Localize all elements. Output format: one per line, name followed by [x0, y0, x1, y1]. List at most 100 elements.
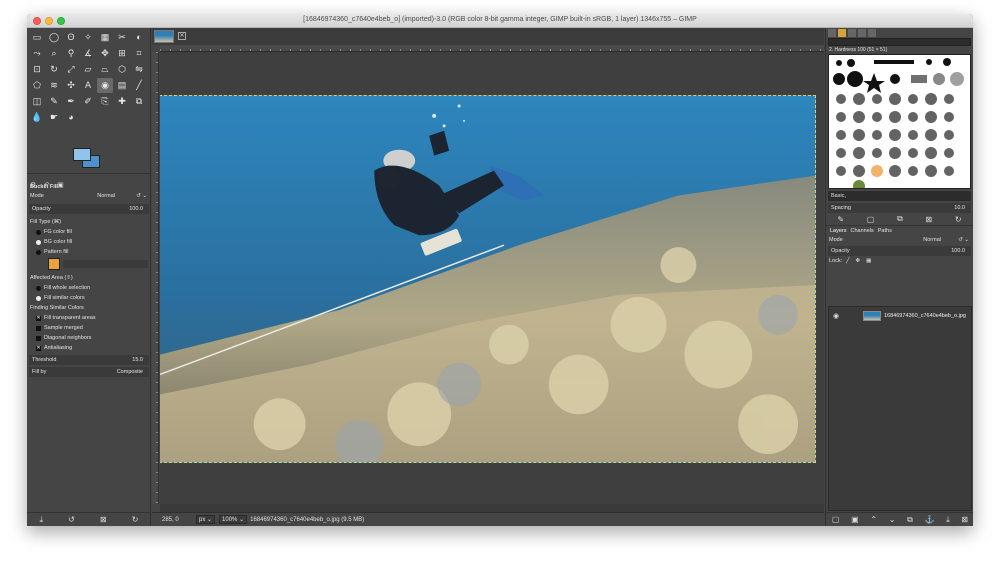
brush-preset-select[interactable]: Basic, — [828, 191, 971, 201]
gradient-icon[interactable]: ▤ — [114, 78, 130, 93]
document-history-tab-icon[interactable] — [858, 29, 866, 37]
scale-icon[interactable]: ⤢ — [63, 62, 79, 77]
layer-opacity-value[interactable]: 100.0 — [951, 248, 965, 254]
lock-position-icon[interactable]: ✥ — [855, 258, 860, 264]
brushes-tab-icon[interactable] — [828, 29, 836, 37]
layer-mode-reset-icon[interactable]: ↺ ⌄ — [958, 237, 969, 243]
paintbrush-icon[interactable]: ╱ — [131, 78, 147, 93]
warp-transform-icon[interactable]: ≋ — [46, 78, 62, 93]
vertical-ruler[interactable] — [152, 52, 159, 504]
rect-select-icon[interactable]: ▭ — [29, 30, 45, 45]
fill-type-option[interactable]: BG color fill — [27, 237, 151, 247]
scissors-icon[interactable]: ✂ — [114, 30, 130, 45]
brush-edit-tab-icon[interactable] — [868, 29, 876, 37]
layer-row[interactable]: ◉ 16846974360_c7640e4beb_o.jpg — [829, 310, 971, 322]
opacity-value[interactable]: 100.0 — [129, 206, 143, 212]
mypaint-brush-icon[interactable]: ✐ — [80, 94, 96, 109]
paths-icon[interactable]: ⤳ — [29, 46, 45, 61]
smudge-icon[interactable]: ☛ — [46, 110, 62, 125]
bucket-fill-icon[interactable]: ◉ — [97, 78, 113, 93]
duplicate-brush-icon[interactable]: ⧉ — [897, 214, 903, 224]
flip-icon[interactable]: ⇋ — [131, 62, 147, 77]
unit-select[interactable]: px ⌄ — [196, 515, 216, 524]
underwater-photo[interactable] — [160, 95, 816, 463]
brush-tag-filter[interactable] — [828, 38, 971, 46]
lower-layer-icon[interactable]: ⌄ — [889, 515, 896, 524]
refresh-brushes-icon[interactable]: ↻ — [955, 215, 962, 224]
lock-alpha-icon[interactable]: ▦ — [866, 258, 871, 264]
color-picker-icon[interactable]: ⌕ — [46, 46, 62, 61]
layer-name[interactable]: 16846974360_c7640e4beb_o.jpg — [884, 313, 966, 319]
anchor-layer-icon[interactable]: ⚓ — [925, 515, 935, 524]
radio-selected-icon[interactable] — [36, 239, 41, 245]
close-tab-icon[interactable]: ✕ — [178, 32, 186, 40]
opacity-row[interactable]: Opacity 100.0 — [29, 204, 149, 214]
tab-paths[interactable]: Paths — [878, 228, 892, 234]
new-brush-icon[interactable]: ▢ — [867, 215, 875, 224]
merge-layer-icon[interactable]: ⤓ — [946, 515, 950, 525]
checkbox-icon[interactable] — [36, 335, 41, 341]
threshold-value[interactable]: 15.0 — [132, 357, 143, 363]
finding-option[interactable]: Diagonal neighbors — [27, 333, 151, 343]
mode-select[interactable]: Normal — [97, 193, 115, 199]
spacing-row[interactable]: Spacing 10.0 — [828, 203, 971, 213]
pattern-name-field[interactable] — [63, 260, 148, 268]
measure-icon[interactable]: ∡ — [80, 46, 96, 61]
tab-channels[interactable]: Channels — [851, 228, 874, 234]
threshold-row[interactable]: Threshold 15.0 — [29, 355, 149, 365]
clone-icon[interactable]: ⎘ — [97, 94, 113, 109]
blur-icon[interactable]: 💧 — [29, 110, 45, 125]
checkbox-checked-icon[interactable]: ✕ — [36, 345, 41, 351]
layer-mode-select[interactable]: Normal — [923, 237, 941, 243]
finding-option[interactable]: ✕ Antialiasing — [27, 343, 151, 353]
affected-area-option[interactable]: Fill whole selection — [27, 283, 151, 293]
foreground-select-icon[interactable]: ◐ — [131, 30, 147, 45]
image-canvas[interactable] — [160, 52, 824, 504]
pattern-swatch[interactable] — [48, 258, 60, 270]
text-icon[interactable]: A — [80, 78, 96, 93]
heal-icon[interactable]: ✚ — [114, 94, 130, 109]
horizontal-ruler[interactable] — [160, 45, 824, 52]
fuzzy-select-icon[interactable]: ✧ — [80, 30, 96, 45]
ink-icon[interactable]: ✒ — [63, 94, 79, 109]
layer-opacity-row[interactable]: Opacity 100.0 — [828, 246, 971, 256]
fill-type-option[interactable]: FG color fill — [27, 227, 151, 237]
move-icon[interactable]: ✥ — [97, 46, 113, 61]
radio-icon[interactable] — [36, 285, 41, 291]
delete-layer-icon[interactable]: ⊠ — [961, 515, 968, 524]
spacing-value[interactable]: 10.0 — [954, 205, 965, 211]
3d-transform-icon[interactable]: ⬡ — [114, 62, 130, 77]
alignment-icon[interactable]: ⊞ — [114, 46, 130, 61]
image-tab-thumbnail[interactable] — [154, 30, 174, 43]
unified-transform-icon[interactable]: ⊡ — [29, 62, 45, 77]
visibility-eye-icon[interactable]: ◉ — [831, 312, 841, 320]
duplicate-layer-icon[interactable]: ⧉ — [907, 515, 913, 525]
eraser-icon[interactable]: ◫ — [29, 94, 45, 109]
fill-by-select[interactable]: Composite — [117, 369, 143, 375]
save-options-icon[interactable]: ⤓ — [40, 515, 44, 525]
checkbox-icon[interactable] — [36, 325, 41, 331]
patterns-tab-icon[interactable] — [838, 29, 846, 37]
rotate-icon[interactable]: ↻ — [46, 62, 62, 77]
edit-brush-icon[interactable]: ✎ — [837, 215, 844, 224]
radio-icon[interactable] — [36, 229, 41, 235]
radio-selected-icon[interactable] — [36, 295, 41, 301]
radio-icon[interactable] — [36, 249, 41, 255]
restore-options-icon[interactable]: ↺ — [68, 515, 75, 524]
ellipse-select-icon[interactable]: ◯ — [46, 30, 62, 45]
new-layer-group-icon[interactable]: ▢ — [832, 515, 840, 524]
checkbox-checked-icon[interactable]: ✕ — [36, 315, 41, 321]
lock-pixels-icon[interactable]: ╱ — [846, 258, 849, 264]
zoom-select[interactable]: 100% ⌄ — [219, 515, 248, 524]
dodge-burn-icon[interactable]: ◕ — [63, 110, 79, 125]
pattern-row[interactable] — [27, 257, 151, 271]
fill-by-row[interactable]: Fill by Composite — [29, 367, 149, 377]
finding-option[interactable]: Sample merged — [27, 323, 151, 333]
brush-grid[interactable] — [828, 54, 971, 189]
finding-option[interactable]: ✕ Fill transparent areas — [27, 313, 151, 323]
affected-area-option[interactable]: Fill similar colors — [27, 293, 151, 303]
delete-options-icon[interactable]: ⊠ — [100, 515, 107, 524]
perspective-clone-icon[interactable]: ⧉ — [131, 94, 147, 109]
color-swatches[interactable] — [73, 148, 103, 170]
delete-brush-icon[interactable]: ⊠ — [926, 215, 933, 224]
